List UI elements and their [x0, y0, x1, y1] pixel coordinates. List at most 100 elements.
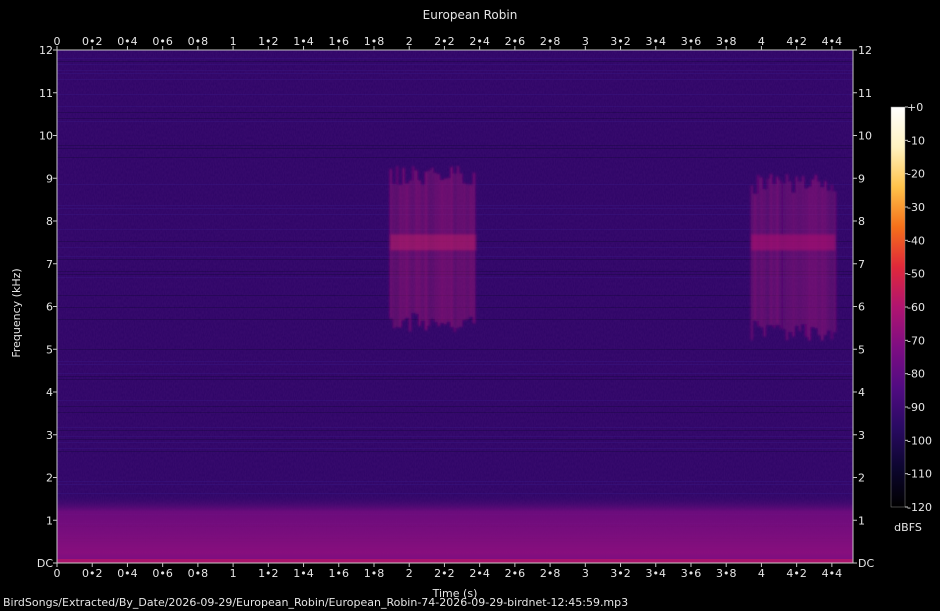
y-tick-label: 11 [858, 87, 872, 100]
x-tick-label: 1•6 [329, 35, 350, 48]
band-line [57, 373, 853, 374]
call-streak [789, 181, 792, 333]
colorbar-tick-label: -50 [907, 268, 925, 281]
band-line [57, 121, 853, 122]
call-streak [441, 179, 444, 324]
x-tick-label: 2•4 [469, 35, 490, 48]
band-line [57, 106, 853, 107]
call-streak [750, 185, 753, 341]
colorbar-tick-label: +0 [907, 101, 923, 114]
call-streak [425, 171, 428, 331]
y-tick-label: 3 [46, 429, 53, 442]
colorbar-tick-label: -90 [907, 401, 925, 414]
x-tick-label: 2 [406, 567, 413, 580]
band-line [57, 442, 853, 443]
band-line [57, 112, 853, 113]
y-tick-label: 7 [858, 258, 865, 271]
y-axis-right: DC123456789101112 [853, 44, 874, 570]
colorbar-tick-label: -120 [907, 501, 932, 514]
x-tick-label: 1•4 [293, 567, 314, 580]
x-tick-label: 3•8 [716, 35, 737, 48]
call-streak [754, 193, 757, 321]
colorbar: +0 -10 -20 -30 -40 -50 -60 -70 -80 -90 -100 -110 -12… [890, 101, 932, 534]
band-line [57, 79, 853, 80]
band-line [57, 64, 853, 65]
band-line [57, 70, 853, 71]
x-tick-label: 1 [230, 567, 237, 580]
call-streak [418, 180, 421, 326]
colorbar-tick-label: -110 [907, 468, 932, 481]
call-streak [760, 177, 763, 328]
band-line [57, 118, 853, 119]
band-line [57, 61, 853, 62]
x-tick-label: 2•2 [434, 35, 455, 48]
x-tick-label: 0•2 [82, 567, 103, 580]
band-line [57, 436, 853, 437]
x-tick-label: 4•4 [822, 35, 843, 48]
colorbar-gradient [890, 106, 906, 508]
call-streak [463, 183, 466, 321]
band-line [57, 148, 853, 149]
y-axis-left: DC123456789101112 [37, 44, 57, 570]
x-tick-label: 2•2 [434, 567, 455, 580]
x-tick-label: 3 [582, 35, 589, 48]
call-streak [830, 184, 833, 340]
source-filename: BirdSongs/Extracted/By_Date/2026-09-29/E… [3, 596, 628, 609]
colorbar-ticks: +0 -10 -20 -30 -40 -50 -60 -70 -80 -90 -100 -110 -12… [905, 101, 932, 514]
y-tick-label: 1 [858, 514, 865, 527]
dc-energy-line [57, 559, 853, 563]
y-tick-label: 8 [858, 215, 865, 228]
x-tick-label: 4•4 [822, 567, 843, 580]
band-line [57, 481, 853, 482]
y-tick-label: DC [37, 557, 53, 570]
x-tick-label: 1•2 [258, 35, 279, 48]
band-line [57, 448, 853, 449]
band-line [57, 412, 853, 413]
call-streak [405, 183, 408, 318]
x-tick-label: 4•2 [786, 567, 807, 580]
call-streak [798, 181, 801, 332]
low-frequency-band [57, 494, 853, 563]
x-tick-label: 0•4 [117, 35, 138, 48]
call-streak [782, 183, 785, 330]
x-tick-label: 1•8 [364, 35, 385, 48]
y-tick-label: 9 [46, 172, 53, 185]
colorbar-tick-label: -80 [907, 368, 925, 381]
x-tick-label: 0•6 [152, 567, 173, 580]
x-tick-label: 3•4 [646, 567, 667, 580]
x-tick-label: 2•8 [540, 567, 561, 580]
band-line [57, 58, 853, 59]
colorbar-tick-label: -10 [907, 134, 925, 147]
band-line [57, 439, 853, 440]
band-line [57, 484, 853, 485]
y-tick-label: 6 [46, 301, 53, 314]
x-tick-label: 3•4 [646, 35, 667, 48]
call-streak [776, 176, 779, 326]
band-line [57, 376, 853, 377]
band-line [57, 430, 853, 431]
y-tick-label: 5 [858, 343, 865, 356]
y-tick-label: 8 [46, 215, 53, 228]
call-streak [824, 180, 827, 336]
y-tick-label: 4 [46, 386, 53, 399]
call-streak [795, 176, 798, 326]
y-tick-label: 12 [858, 44, 872, 57]
band-line [57, 400, 853, 401]
y-tick-label: 4 [858, 386, 865, 399]
y-tick-label: 10 [39, 130, 53, 143]
y-tick-label: 2 [858, 472, 865, 485]
band-line [57, 406, 853, 407]
call-streak [827, 190, 830, 331]
x-tick-label: 3•6 [681, 35, 702, 48]
x-tick-label: 0•2 [82, 35, 103, 48]
x-tick-label: 3•2 [610, 567, 631, 580]
y-tick-label: 7 [46, 258, 53, 271]
x-tick-label: 1•2 [258, 567, 279, 580]
x-tick-label: 0•8 [188, 567, 209, 580]
x-tick-label: 2•4 [469, 567, 490, 580]
colorbar-label: dBFS [894, 521, 922, 534]
call-streak [808, 186, 811, 341]
colorbar-tick-label: -100 [907, 434, 932, 447]
x-tick-label: 3•2 [610, 35, 631, 48]
band-line [57, 493, 853, 494]
